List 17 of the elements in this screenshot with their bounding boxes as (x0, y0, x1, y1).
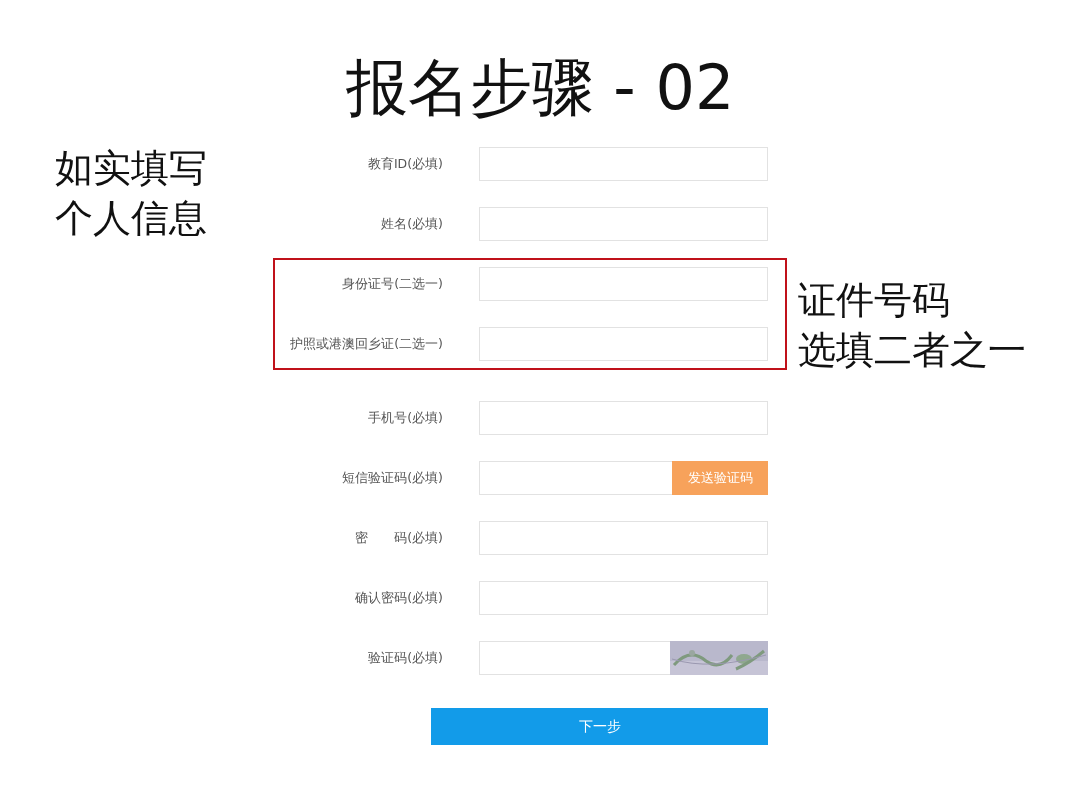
field-label: 验证码(必填) (367, 649, 443, 667)
next-button[interactable]: 下一步 (431, 708, 768, 745)
field-label: 确认密码(必填) (354, 589, 443, 607)
field-label: 教育ID(必填) (366, 155, 443, 173)
send-code-button[interactable]: 发送验证码 (672, 461, 768, 495)
field-label: 短信验证码(必填) (341, 469, 443, 487)
annotation-text: 个人信息 (55, 195, 208, 242)
field-label: 手机号(必填) (367, 409, 443, 427)
annotation-text: 选填二者之一 (798, 327, 1026, 374)
field-label: 密 码(必填) (354, 529, 443, 547)
field-label: 姓名(必填) (380, 215, 443, 233)
field-label: 身份证号(二选一) (341, 275, 443, 293)
input-field[interactable]: 发送验证码 (479, 461, 768, 495)
annotation-text: 如实填写 (55, 145, 208, 192)
annotation-text: 证件号码 (798, 277, 951, 324)
page-title: 报名步骤 - 02 (345, 52, 735, 124)
field-label: 护照或港澳回乡证(二选一) (289, 335, 443, 353)
